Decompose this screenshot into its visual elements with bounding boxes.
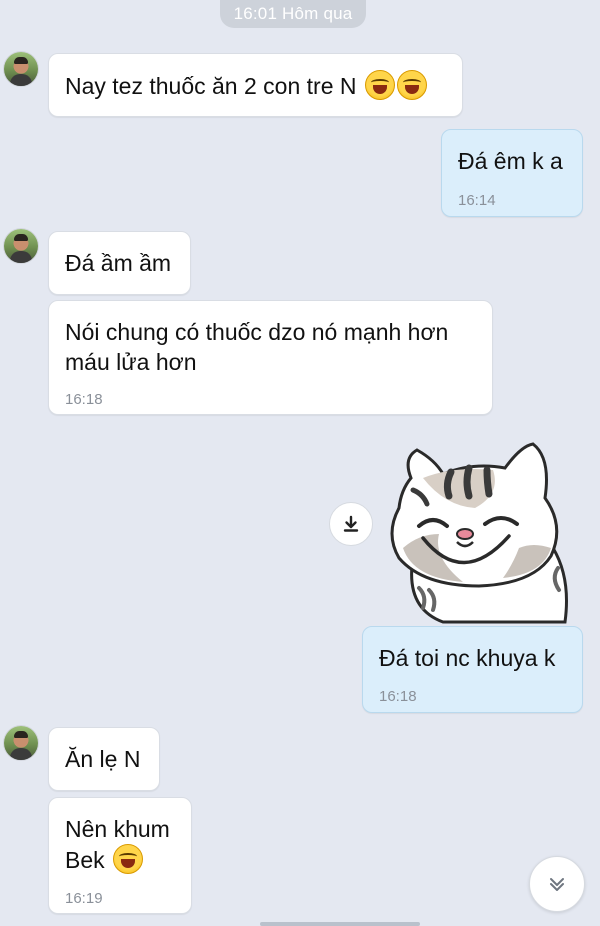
laughing-emoji-icon — [364, 70, 395, 100]
laughing-emoji-icon — [396, 70, 427, 100]
avatar[interactable] — [4, 52, 38, 86]
message-text-line: máu lửa hơn — [65, 349, 197, 375]
message-text: Đá toi nc khuya k — [379, 645, 556, 671]
message-timestamp: 16:18 — [65, 391, 103, 408]
bottom-indicator — [260, 922, 420, 926]
message-bubble-outgoing[interactable]: Đá toi nc khuya k 16:18 — [362, 626, 583, 713]
message-text-line: Bek — [65, 847, 105, 873]
chevron-double-down-icon — [550, 878, 564, 891]
download-icon — [343, 515, 359, 532]
message-bubble-incoming[interactable]: Nên khum Bek 16:19 — [48, 797, 192, 914]
message-text: Nay tez thuốc ăn 2 con tre N — [65, 73, 357, 99]
message-bubble-incoming[interactable]: Nay tez thuốc ăn 2 con tre N — [48, 53, 463, 117]
smiling-cat-sticker[interactable] — [383, 438, 573, 624]
message-text-line: Nên khum — [65, 816, 170, 842]
message-timestamp: 16:18 — [379, 688, 417, 705]
message-bubble-outgoing[interactable]: Đá êm k a 16:14 — [441, 129, 583, 217]
date-separator-label: 16:01 Hôm qua — [233, 4, 353, 23]
message-bubble-incoming[interactable]: Ăn lẹ N — [48, 727, 160, 791]
date-separator: 16:01 Hôm qua — [220, 0, 366, 28]
message-text: Đá ầm ầm — [65, 250, 172, 276]
laughing-emoji-icon — [113, 844, 144, 874]
message-text: Đá êm k a — [458, 148, 563, 174]
message-timestamp: 16:19 — [65, 890, 103, 907]
message-bubble-incoming[interactable]: Nói chung có thuốc dzo nó mạnh hơn máu l… — [48, 300, 493, 415]
avatar[interactable] — [4, 726, 38, 760]
scroll-to-bottom-button[interactable] — [529, 856, 585, 912]
message-bubble-incoming[interactable]: Đá ầm ầm — [48, 231, 191, 295]
avatar[interactable] — [4, 229, 38, 263]
message-timestamp: 16:14 — [458, 192, 496, 209]
download-button[interactable] — [329, 502, 373, 546]
message-text: Ăn lẹ N — [65, 746, 141, 772]
message-text-line: Nói chung có thuốc dzo nó mạnh hơn — [65, 319, 449, 345]
